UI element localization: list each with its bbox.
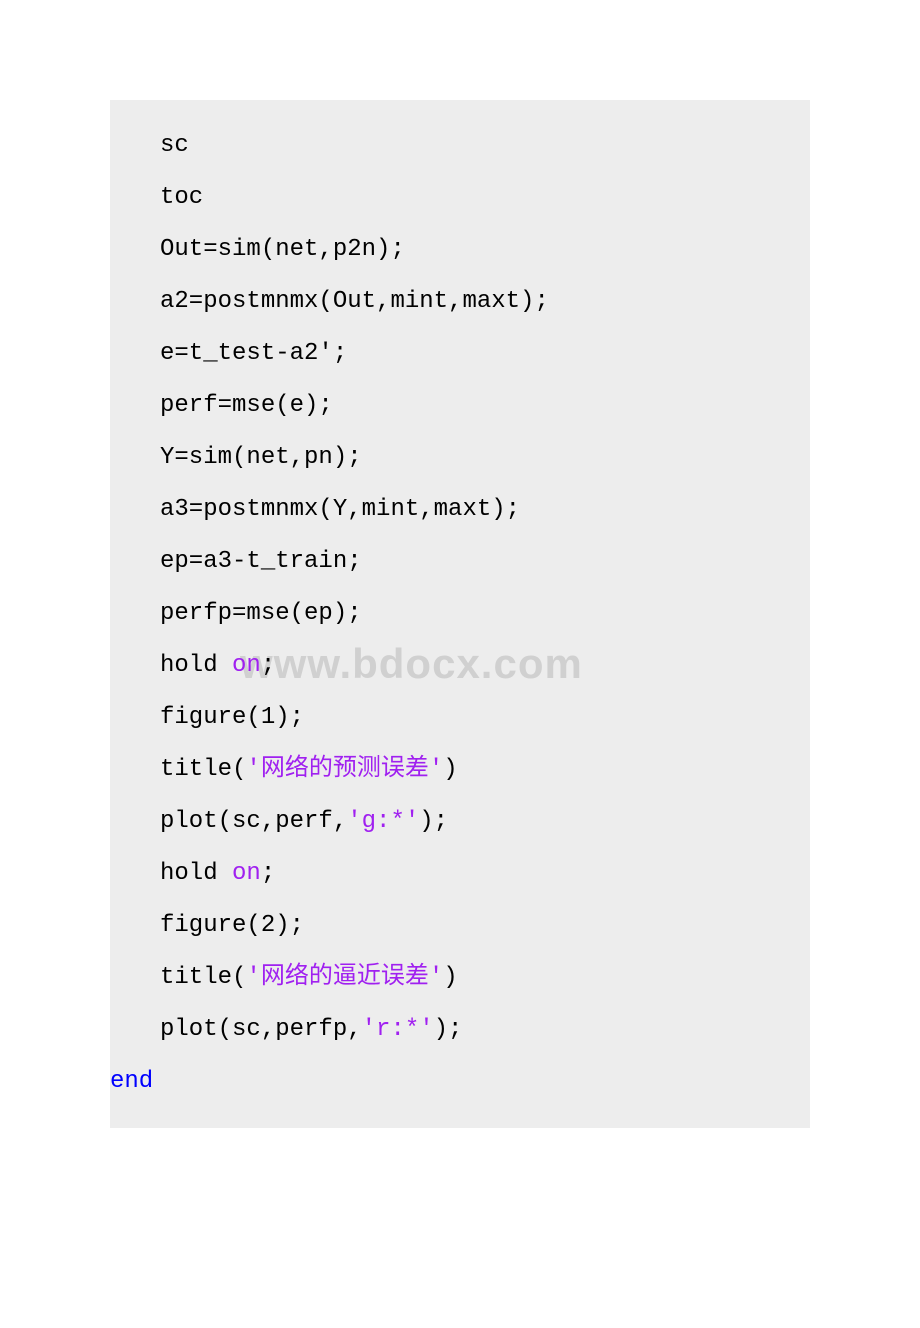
code-text: a3=postmnmx(Y,mint,maxt); bbox=[160, 496, 520, 523]
code-keyword: on bbox=[232, 652, 261, 679]
code-text: hold bbox=[160, 652, 232, 679]
code-text: title( bbox=[160, 756, 246, 783]
code-line: Y=sim(net,pn); bbox=[110, 432, 810, 484]
code-string: '网络的逼近误差' bbox=[246, 964, 443, 991]
code-keyword: end bbox=[110, 1068, 153, 1095]
code-text: ) bbox=[443, 756, 457, 783]
code-text: ) bbox=[443, 964, 457, 991]
code-text: ; bbox=[261, 860, 275, 887]
code-line: title('网络的预测误差') bbox=[110, 744, 810, 796]
code-text: sc bbox=[160, 132, 189, 159]
code-text: plot(sc,perf, bbox=[160, 808, 347, 835]
code-line: hold on; bbox=[110, 640, 810, 692]
code-text: perfp=mse(ep); bbox=[160, 600, 362, 627]
code-text: plot(sc,perfp, bbox=[160, 1016, 362, 1043]
code-text: toc bbox=[160, 184, 203, 211]
code-text: e=t_test-a2'; bbox=[160, 340, 347, 367]
code-text: perf=mse(e); bbox=[160, 392, 333, 419]
code-string: 'g:*' bbox=[347, 808, 419, 835]
code-line: a2=postmnmx(Out,mint,maxt); bbox=[110, 276, 810, 328]
code-line: perfp=mse(ep); bbox=[110, 588, 810, 640]
code-line: Out=sim(net,p2n); bbox=[110, 224, 810, 276]
code-line: plot(sc,perf,'g:*'); bbox=[110, 796, 810, 848]
code-text: Y=sim(net,pn); bbox=[160, 444, 362, 471]
code-text: a2=postmnmx(Out,mint,maxt); bbox=[160, 288, 549, 315]
code-line: ep=a3-t_train; bbox=[110, 536, 810, 588]
code-text: title( bbox=[160, 964, 246, 991]
code-text: figure(1); bbox=[160, 704, 304, 731]
code-text: ; bbox=[261, 652, 275, 679]
code-block: www.bdocx.com sc toc Out=sim(net,p2n); a… bbox=[110, 100, 810, 1128]
code-string: 'r:*' bbox=[362, 1016, 434, 1043]
code-text: ); bbox=[419, 808, 448, 835]
code-line: figure(1); bbox=[110, 692, 810, 744]
code-line: toc bbox=[110, 172, 810, 224]
code-text: ep=a3-t_train; bbox=[160, 548, 362, 575]
code-text: Out=sim(net,p2n); bbox=[160, 236, 405, 263]
code-text: figure(2); bbox=[160, 912, 304, 939]
code-line: sc bbox=[110, 120, 810, 172]
code-line: plot(sc,perfp,'r:*'); bbox=[110, 1004, 810, 1056]
code-keyword: on bbox=[232, 860, 261, 887]
code-line: hold on; bbox=[110, 848, 810, 900]
code-text: hold bbox=[160, 860, 232, 887]
code-line: perf=mse(e); bbox=[110, 380, 810, 432]
code-content: sc toc Out=sim(net,p2n); a2=postmnmx(Out… bbox=[110, 120, 810, 1108]
code-line: title('网络的逼近误差') bbox=[110, 952, 810, 1004]
code-string: '网络的预测误差' bbox=[246, 756, 443, 783]
code-line: figure(2); bbox=[110, 900, 810, 952]
code-line: e=t_test-a2'; bbox=[110, 328, 810, 380]
code-line: a3=postmnmx(Y,mint,maxt); bbox=[110, 484, 810, 536]
code-text: ); bbox=[434, 1016, 463, 1043]
code-line: end bbox=[110, 1056, 810, 1108]
